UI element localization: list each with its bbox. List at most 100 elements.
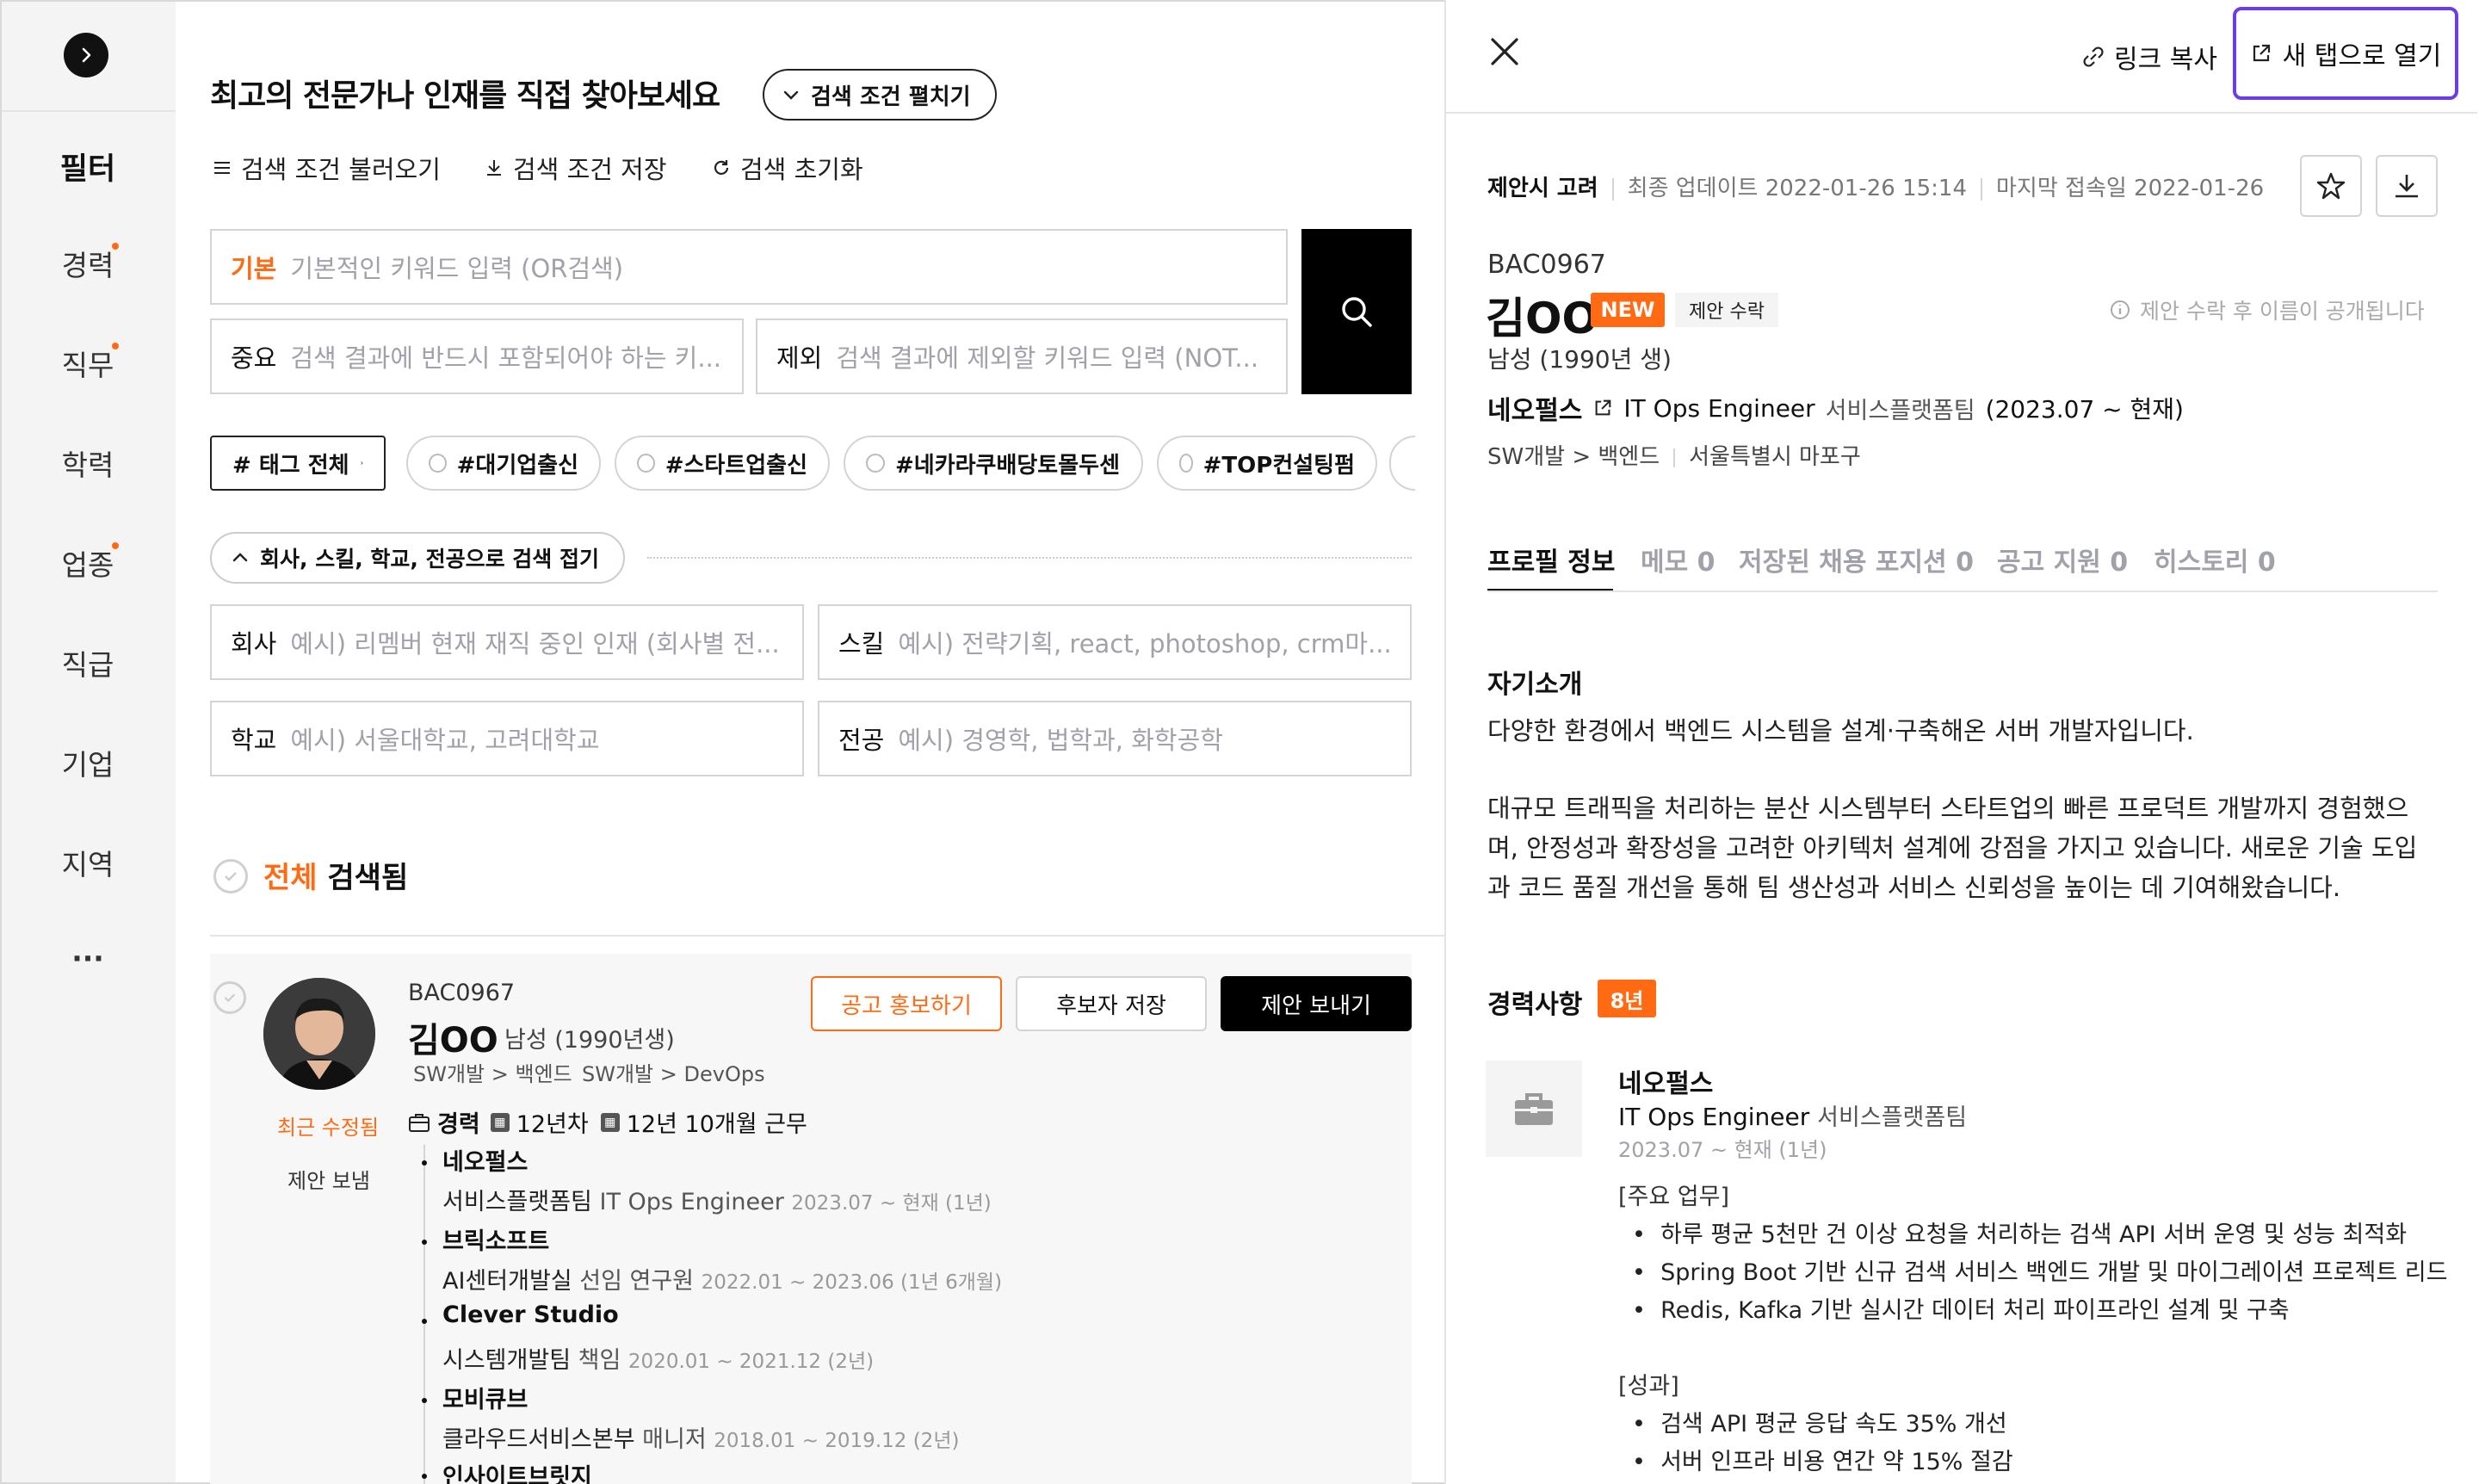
sidebar-item-region[interactable]: 지역 — [0, 842, 176, 883]
send-offer-button[interactable]: 제안 보내기 — [1221, 976, 1412, 1031]
check-icon — [225, 872, 237, 881]
chevron-right-icon — [82, 47, 91, 63]
panel-candidate-name: 김OO — [1486, 294, 1599, 343]
tag-chip[interactable]: #네카라쿠배당토몰두센 — [844, 436, 1143, 491]
tab-applications[interactable]: 공고 지원 0 — [1997, 541, 2128, 578]
link-icon — [2083, 46, 2104, 67]
expand-conditions-button[interactable]: 검색 조건 펼치기 — [763, 69, 997, 121]
sidebar-more-button[interactable]: ··· — [0, 942, 176, 975]
tab-profile[interactable]: 프로필 정보 — [1487, 541, 1615, 578]
company-logo — [1486, 1060, 1582, 1157]
close-panel-button[interactable] — [1487, 34, 1522, 72]
chevron-down-icon — [783, 90, 799, 100]
career-title: 경력사항 — [1487, 990, 1583, 1020]
basic-keyword-input[interactable]: 기본 기본적인 키워드 입력 (OR검색) — [210, 229, 1288, 305]
panel-gender-age: 남성 (1990년 생) — [1487, 345, 1672, 374]
section-divider — [647, 557, 1412, 559]
sidebar-item-job[interactable]: 직무 — [0, 343, 176, 384]
intro-paragraph: 다양한 환경에서 백엔드 시스템을 설계·구축해온 서버 개발자입니다. — [1487, 716, 2194, 745]
collapse-advanced-button[interactable]: 회사, 스킬, 학교, 전공으로 검색 접기 — [210, 532, 625, 584]
close-icon — [1491, 38, 1518, 65]
save-candidate-button[interactable]: 후보자 저장 — [1016, 976, 1207, 1031]
offer-sent-label: 제안 보냄 — [287, 1169, 370, 1193]
candidate-name: 김OO — [408, 1021, 498, 1060]
candidate-meta: 제안시 고려 최종 업데이트 2022-01-26 15:14 마지막 접속일 20… — [1487, 176, 2265, 201]
list-icon — [214, 162, 230, 174]
offer-accept-badge: 제안 수락 — [1675, 293, 1778, 327]
tab-memo[interactable]: 메모 0 — [1641, 541, 1716, 578]
major-input[interactable]: 전공 예시) 경영학, 법학과, 화학공학 — [818, 701, 1412, 776]
tag-chip[interactable]: #TOP컨설팅펌 — [1157, 436, 1377, 491]
check-circle-icon — [1179, 454, 1193, 473]
required-keyword-input[interactable]: 중요 검색 결과에 반드시 포함되어야 하는 키... — [210, 318, 744, 394]
search-icon — [1342, 297, 1372, 327]
check-icon — [224, 993, 236, 1003]
favorite-button[interactable] — [2300, 155, 2362, 217]
intro-title: 자기소개 — [1487, 670, 1583, 700]
duty-item: • Spring Boot 기반 신규 검색 서비스 백엔드 개발 및 마이그레… — [1632, 1259, 2448, 1286]
new-badge: NEW — [1591, 293, 1665, 327]
result-item: • 검색 API 평균 응답 속도 35% 개선 — [1632, 1411, 2007, 1438]
info-icon — [2111, 300, 2130, 319]
tags-all-button[interactable]: # 태그 전체 — [210, 436, 386, 491]
timeline-line — [423, 1145, 425, 1484]
exclude-keyword-input[interactable]: 제외 검색 결과에 제외할 키워드 입력 (NOT... — [756, 318, 1288, 394]
job-location: SW개발 > 백엔드 서울특별시 마포구 — [1487, 444, 1861, 470]
sidebar-item-industry[interactable]: 업종 — [0, 542, 176, 584]
download-icon — [487, 160, 501, 176]
reset-search-button[interactable]: 검색 초기화 — [711, 150, 863, 186]
download-profile-button[interactable] — [2376, 155, 2438, 217]
sidebar-item-education[interactable]: 학력 — [0, 442, 176, 484]
sidebar-item-dot — [112, 243, 119, 250]
check-circle-icon — [637, 454, 655, 473]
promote-posting-button[interactable]: 공고 홍보하기 — [811, 976, 1002, 1031]
candidate-job-tag: SW개발 > DevOps — [582, 1062, 765, 1086]
candidate-card[interactable] — [210, 954, 1412, 1484]
check-circle-icon — [866, 454, 885, 473]
sidebar-item-company[interactable]: 기업 — [0, 742, 176, 783]
current-position: 네오펄스 IT Ops Engineer 서비스플랫폼팀 (2023.07 ~ … — [1487, 393, 2184, 427]
sidebar-item-position[interactable]: 직급 — [0, 642, 176, 683]
recently-updated-label: 최근 수정됨 — [277, 1116, 380, 1140]
tab-saved-positions[interactable]: 저장된 채용 포지션 0 — [1739, 541, 1974, 578]
select-all-checkbox[interactable] — [213, 859, 248, 893]
tag-chip[interactable]: #대기업출신 — [406, 436, 601, 491]
candidate-id: BAC0967 — [408, 980, 516, 1006]
name-reveal-notice: 제안 수락 후 이름이 공개됩니다 — [2109, 294, 2425, 325]
search-button[interactable] — [1301, 229, 1412, 394]
external-link-icon[interactable] — [1592, 398, 1613, 418]
skill-input[interactable]: 스킬 예시) 전략기획, react, photoshop, crm마... — [818, 604, 1412, 680]
save-conditions-button[interactable]: 검색 조건 저장 — [484, 150, 667, 186]
school-input[interactable]: 학교 예시) 서울대학교, 고려대학교 — [210, 701, 804, 776]
star-icon — [2316, 172, 2346, 200]
panel-candidate-id: BAC0967 — [1487, 250, 1606, 280]
results-title-exp: [성과] — [1618, 1373, 1679, 1400]
panel-divider — [1444, 0, 1446, 1484]
tag-chip[interactable]: #스타트업출신 — [615, 436, 830, 491]
sidebar-item-dot — [112, 343, 119, 349]
chevron-up-icon — [232, 553, 248, 562]
candidate-checkbox[interactable] — [213, 981, 246, 1014]
sidebar-toggle-button[interactable] — [64, 33, 108, 77]
tab-history[interactable]: 히스토리 0 — [2154, 541, 2276, 578]
refresh-icon — [714, 160, 729, 175]
duties-title: [주요 업무] — [1618, 1184, 1730, 1210]
copy-link-button[interactable]: 링크 복사 — [2081, 38, 2217, 76]
download-icon — [2396, 175, 2418, 198]
load-conditions-button[interactable]: 검색 조건 불러오기 — [212, 150, 441, 186]
results-divider — [210, 935, 1446, 937]
tabs-divider — [1487, 591, 2438, 592]
briefcase-icon — [409, 1113, 430, 1132]
sidebar-item-career[interactable]: 경력 — [0, 243, 176, 284]
exp-role: IT Ops Engineer 서비스플랫폼팀 — [1618, 1103, 1968, 1131]
calendar-icon: ▦ — [600, 1112, 620, 1132]
open-new-tab-button[interactable]: 새 탭으로 열기 — [2233, 7, 2458, 100]
company-input[interactable]: 회사 예시) 리멤버 현재 재직 중인 인재 (회사별 전... — [210, 604, 804, 680]
career-years-badge: 8년 — [1598, 980, 1656, 1017]
candidate-job-tag: SW개발 > 백엔드 — [413, 1062, 572, 1086]
result-item: • 서버 인프라 비용 연간 약 15% 절감 — [1632, 1449, 2013, 1475]
sidebar-title: 필터 — [59, 152, 116, 187]
sidebar-item-dot — [112, 542, 119, 549]
sidebar-divider — [2, 110, 176, 112]
check-circle-icon — [429, 454, 447, 473]
